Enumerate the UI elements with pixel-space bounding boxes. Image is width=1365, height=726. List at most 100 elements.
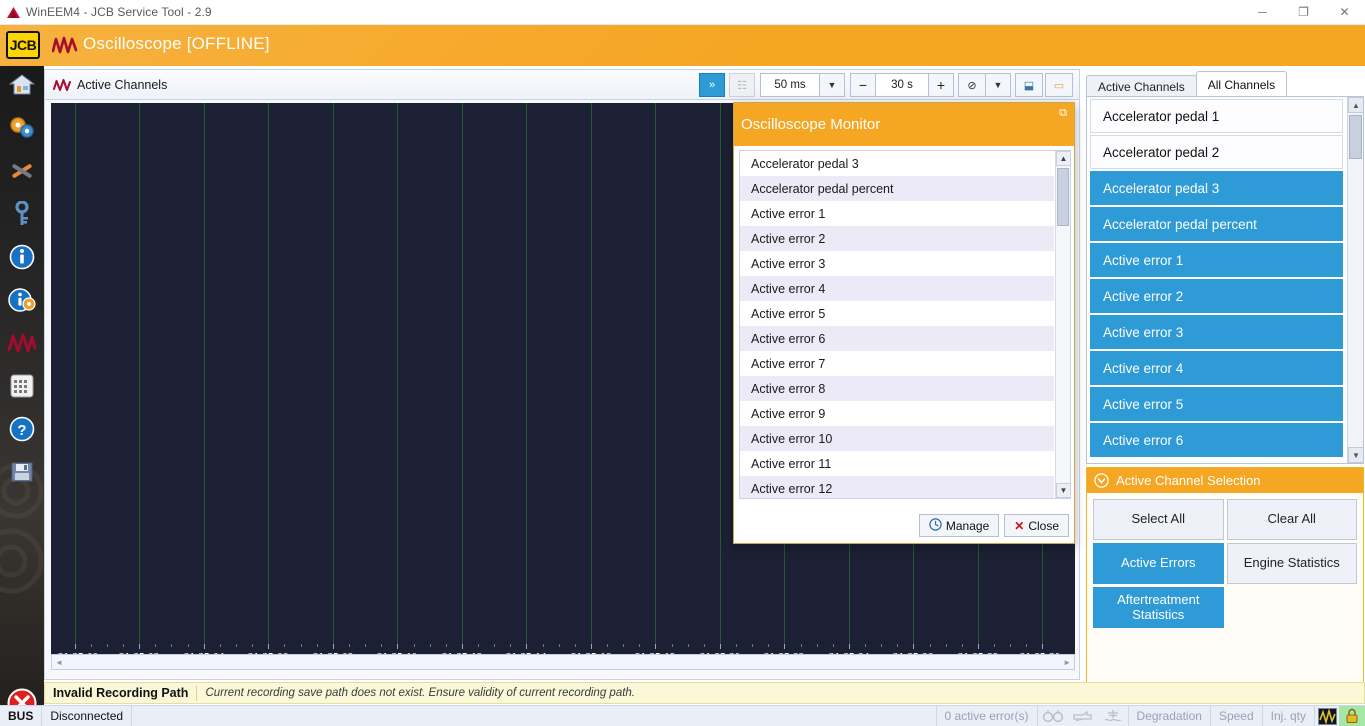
close-dialog-button[interactable]: ✕ Close	[1004, 514, 1069, 537]
close-button[interactable]: ✕	[1324, 0, 1365, 25]
empty-slot	[1227, 587, 1358, 628]
scroll-down-icon[interactable]: ▼	[1056, 483, 1071, 498]
grid-toggle-button[interactable]: ☷	[729, 73, 755, 97]
active-errors-button[interactable]: Active Errors	[1093, 543, 1224, 584]
list-item[interactable]: Active error 7	[740, 351, 1054, 376]
list-item[interactable]: Active error 3	[1090, 315, 1343, 349]
sample-rate-group: 50 ms ▼	[760, 73, 845, 97]
engine-statistics-button[interactable]: Engine Statistics	[1227, 543, 1358, 584]
no-filter-icon-button[interactable]: ⊘	[958, 73, 986, 97]
select-all-button[interactable]: Select All	[1093, 499, 1224, 540]
scrollbar-thumb[interactable]	[1057, 168, 1069, 226]
manage-button[interactable]: Manage	[919, 514, 999, 537]
minimize-button[interactable]: ─	[1242, 0, 1283, 25]
duration-decrease-button[interactable]: −	[850, 73, 876, 97]
sidebar-item-keypad[interactable]	[0, 367, 44, 410]
chevron-down-icon[interactable]	[1094, 473, 1109, 488]
save-recording-button[interactable]: ⬓	[1015, 73, 1043, 97]
list-item[interactable]: Active error 3	[740, 251, 1054, 276]
fast-forward-button[interactable]: »	[699, 73, 725, 97]
os-window-title: WinEEM4 - JCB Service Tool - 2.9	[26, 5, 212, 19]
monitor-channel-list[interactable]: Accelerator pedal 3 Accelerator pedal pe…	[739, 150, 1071, 499]
list-item[interactable]: Active error 1	[1090, 243, 1343, 277]
scroll-down-icon[interactable]: ▼	[1348, 447, 1364, 463]
aftertreatment-statistics-button[interactable]: Aftertreatment Statistics	[1093, 587, 1224, 628]
dialog-footer: Manage ✕ Close	[919, 514, 1069, 537]
list-item[interactable]: Accelerator pedal 3	[1090, 171, 1343, 205]
open-recording-button[interactable]: ▭	[1045, 73, 1073, 97]
close-label: Close	[1028, 519, 1059, 533]
oscilloscope-wave-icon-small	[53, 78, 71, 92]
info-settings-icon	[8, 287, 36, 318]
clear-all-button[interactable]: Clear All	[1227, 499, 1358, 540]
duration-increase-button[interactable]: +	[928, 73, 954, 97]
water-temp-icon	[1098, 709, 1128, 724]
key-icon	[13, 201, 31, 232]
list-item[interactable]: Active error 2	[740, 226, 1054, 251]
monitor-items: Accelerator pedal 3 Accelerator pedal pe…	[740, 151, 1054, 499]
list-item[interactable]: Active error 12	[740, 476, 1054, 499]
sample-rate-field[interactable]: 50 ms	[760, 73, 820, 97]
left-icon-rail: ?	[0, 66, 44, 706]
app-header: JCB Oscilloscope [OFFLINE]	[0, 25, 1365, 66]
all-channels-list[interactable]: Accelerator pedal 1 Accelerator pedal 2 …	[1086, 96, 1364, 464]
help-icon: ?	[9, 416, 35, 447]
wave-badge-icon[interactable]	[1315, 708, 1339, 725]
list-item[interactable]: Active error 11	[740, 451, 1054, 476]
scroll-right-icon[interactable]: ►	[1063, 658, 1074, 667]
monitor-list-scrollbar[interactable]: ▲ ▼	[1055, 151, 1070, 498]
sidebar-item-save[interactable]	[0, 453, 44, 496]
sidebar-item-security[interactable]	[0, 195, 44, 238]
list-item[interactable]: Active error 1	[740, 201, 1054, 226]
sidebar-item-close[interactable]	[0, 684, 44, 706]
status-bar: BUS Disconnected 0 active error(s)	[0, 705, 1365, 726]
pin-icon[interactable]: ⧉	[1059, 107, 1067, 120]
list-item[interactable]: Accelerator pedal 2	[1090, 135, 1343, 169]
dialog-title: Oscilloscope Monitor	[741, 116, 880, 133]
glasses-icon	[1038, 709, 1068, 723]
scroll-left-icon[interactable]: ◄	[52, 658, 63, 667]
list-item[interactable]: Active error 6	[740, 326, 1054, 351]
list-item[interactable]: Active error 8	[740, 376, 1054, 401]
sample-rate-dropdown-icon[interactable]: ▼	[819, 73, 845, 97]
channel-list-scrollbar[interactable]: ▲ ▼	[1347, 97, 1363, 463]
filter-group: ⊘ ▼	[959, 73, 1011, 97]
active-channel-selection-header[interactable]: Active Channel Selection	[1087, 468, 1363, 493]
filter-dropdown-icon[interactable]: ▼	[985, 73, 1011, 97]
list-item[interactable]: Active error 4	[1090, 351, 1343, 385]
scrollbar-thumb[interactable]	[1349, 115, 1362, 159]
lock-badge-icon[interactable]	[1339, 706, 1365, 726]
sidebar-item-oscilloscope[interactable]	[0, 324, 44, 367]
list-item[interactable]: Active error 10	[740, 426, 1054, 451]
right-panel: Active Channels All Channels Accelerator…	[1086, 69, 1365, 704]
sidebar-item-information[interactable]	[0, 238, 44, 281]
dialog-header[interactable]: Oscilloscope Monitor ⧉	[734, 103, 1074, 146]
list-item[interactable]: Active error 5	[740, 301, 1054, 326]
list-item[interactable]: Active error 9	[740, 401, 1054, 426]
active-channel-selection-buttons: Select All Clear All Active Errors Engin…	[1087, 493, 1363, 634]
sidebar-item-settings[interactable]	[0, 109, 44, 152]
list-item[interactable]: Active error 5	[1090, 387, 1343, 421]
list-item[interactable]: Active error 6	[1090, 423, 1343, 457]
maximize-button[interactable]: ❐	[1283, 0, 1324, 25]
list-item[interactable]: Accelerator pedal percent	[1090, 207, 1343, 241]
sidebar-item-tools[interactable]	[0, 152, 44, 195]
list-item[interactable]: Active error 4	[740, 276, 1054, 301]
oscilloscope-toolbar: » ☷ 50 ms ▼ − 30 s + ⊘ ▼ ⬓ ▭	[700, 73, 1073, 97]
degradation-label: Degradation	[1129, 706, 1210, 726]
notification-bar: Invalid Recording Path Current recording…	[44, 682, 1365, 704]
list-item[interactable]: Accelerator pedal percent	[740, 176, 1054, 201]
scroll-up-icon[interactable]: ▲	[1056, 151, 1071, 166]
plot-horizontal-scrollbar[interactable]: ◄ ►	[51, 654, 1075, 670]
tab-active-channels[interactable]: Active Channels	[1086, 75, 1197, 97]
bus-label: BUS	[0, 706, 41, 726]
list-item[interactable]: Active error 2	[1090, 279, 1343, 313]
sidebar-item-help[interactable]: ?	[0, 410, 44, 453]
file-group: ⬓ ▭	[1016, 73, 1073, 97]
scroll-up-icon[interactable]: ▲	[1348, 97, 1364, 113]
tab-all-channels[interactable]: All Channels	[1196, 71, 1287, 97]
sidebar-item-home[interactable]	[0, 66, 44, 109]
list-item[interactable]: Accelerator pedal 3	[740, 151, 1054, 176]
list-item[interactable]: Accelerator pedal 1	[1090, 99, 1343, 133]
sidebar-item-info-settings[interactable]	[0, 281, 44, 324]
